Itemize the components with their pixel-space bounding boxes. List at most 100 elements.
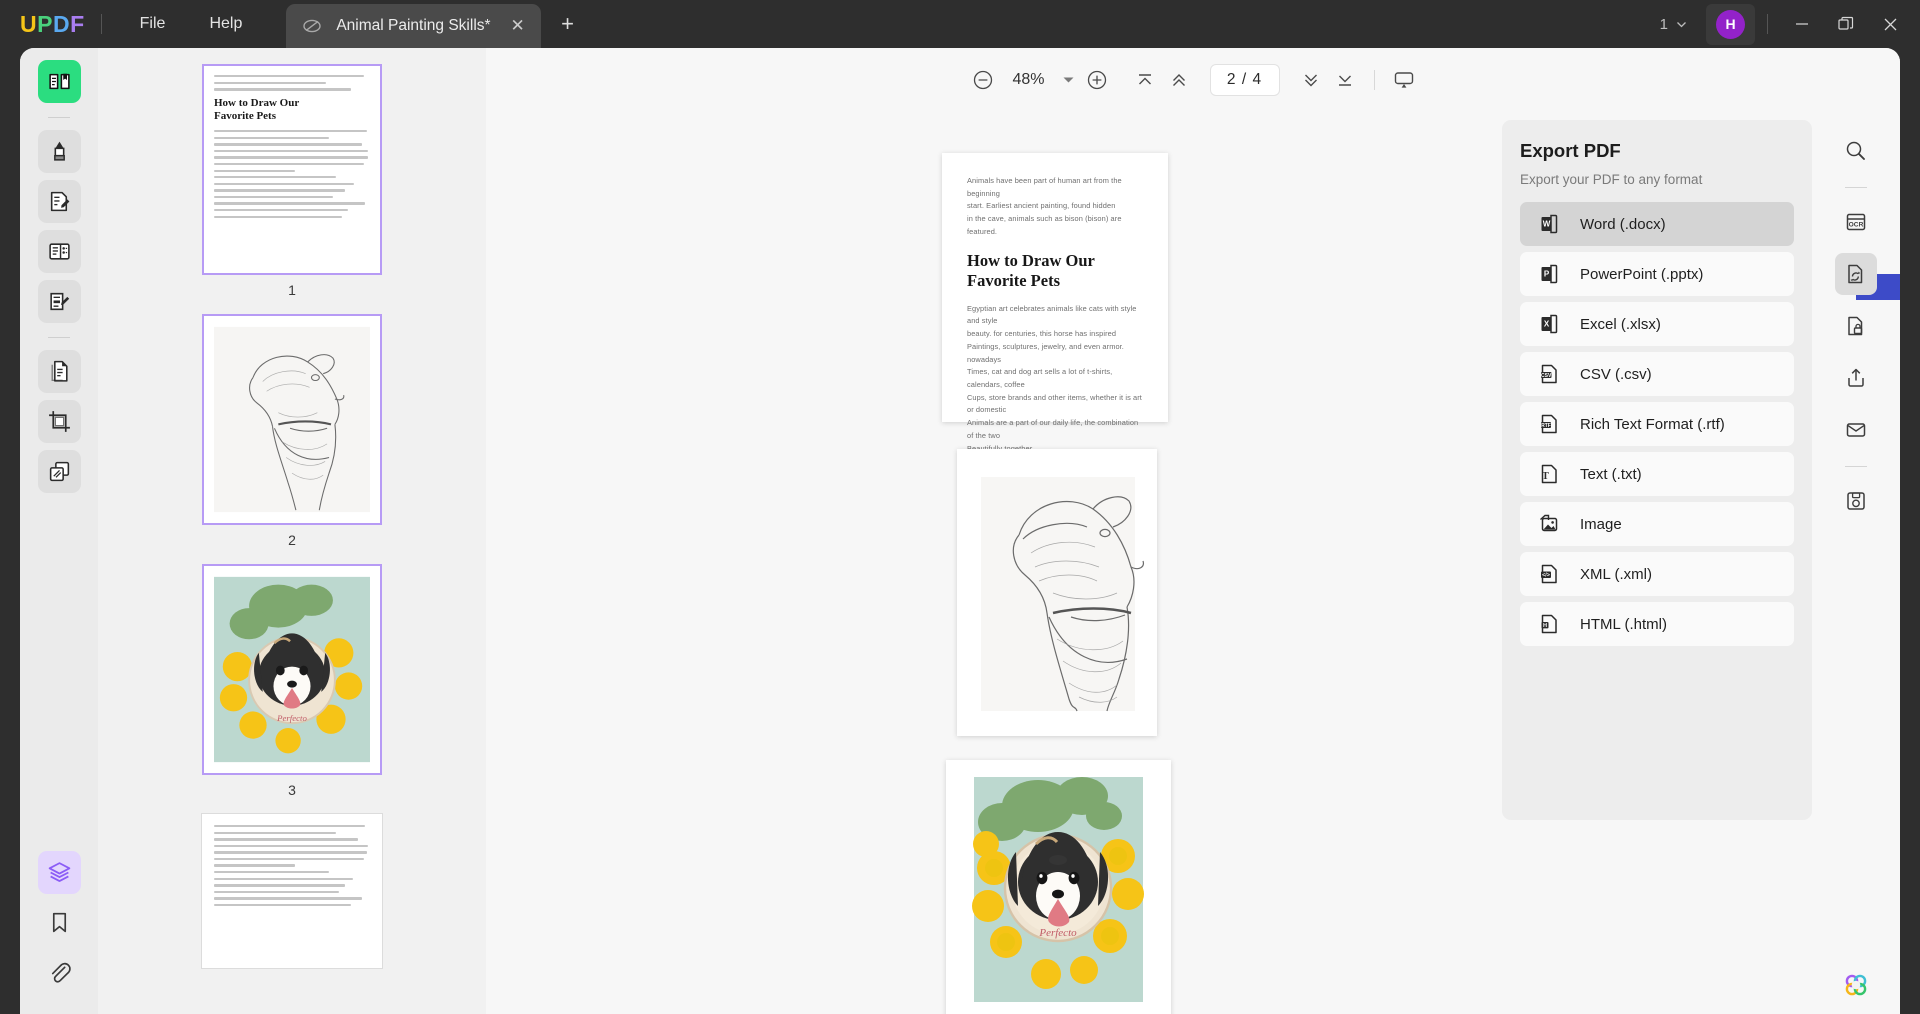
document-page[interactable]: Animals have been part of human art from…: [942, 153, 1168, 422]
thumbnail-number: 2: [288, 532, 296, 548]
svg-text:P: P: [1544, 269, 1550, 278]
first-page-button[interactable]: [1128, 63, 1162, 97]
window-list-button[interactable]: 1: [1652, 10, 1696, 39]
page-number-input[interactable]: 2 / 4: [1210, 64, 1280, 96]
export-option-xml[interactable]: </> XML (.xml): [1520, 552, 1794, 596]
panel-subtitle: Export your PDF to any format: [1520, 172, 1794, 187]
svg-text:Perfecto: Perfecto: [276, 713, 307, 723]
export-option-powerpoint[interactable]: P PowerPoint (.pptx): [1520, 252, 1794, 296]
thumbnail-frame[interactable]: How to Draw OurFavorite Pets: [202, 64, 382, 275]
divider: [48, 337, 70, 338]
save-as-button[interactable]: [1835, 480, 1877, 522]
export-option-label: Text (.txt): [1580, 466, 1642, 483]
previous-page-button[interactable]: [1162, 63, 1196, 97]
export-option-html[interactable]: H HTML (.html): [1520, 602, 1794, 646]
thumbnail-frame[interactable]: Perfecto: [202, 564, 382, 775]
svg-text:H: H: [1543, 623, 1547, 629]
left-toolbar: [20, 48, 98, 1014]
export-option-text[interactable]: T Text (.txt): [1520, 452, 1794, 496]
updf-logo: U P D F: [20, 11, 85, 38]
menu-file[interactable]: File: [118, 8, 188, 40]
export-option-label: PowerPoint (.pptx): [1580, 266, 1703, 283]
export-option-image[interactable]: Image: [1520, 502, 1794, 546]
txt-file-icon: T: [1538, 463, 1560, 485]
export-option-label: Excel (.xlsx): [1580, 316, 1661, 333]
account-button[interactable]: H: [1706, 4, 1755, 45]
svg-text:CSV: CSV: [1541, 373, 1552, 379]
svg-text:Perfecto: Perfecto: [1038, 927, 1077, 939]
rtf-file-icon: RTF: [1538, 413, 1560, 435]
maximize-button[interactable]: [1824, 6, 1868, 42]
dog-flowers-image: Perfecto: [214, 575, 370, 764]
last-page-icon: [1334, 69, 1356, 91]
page-thumbnail-panel[interactable]: How to Draw OurFavorite Pets 1: [98, 48, 486, 1014]
export-option-rtf[interactable]: RTF Rich Text Format (.rtf): [1520, 402, 1794, 446]
thumbnail-number: 1: [288, 282, 296, 298]
sidebar-item-convert[interactable]: [38, 350, 81, 393]
export-option-label: Word (.docx): [1580, 216, 1666, 233]
search-button[interactable]: [1835, 130, 1877, 172]
export-option-csv[interactable]: CSV CSV (.csv): [1520, 352, 1794, 396]
divider: [1767, 14, 1768, 34]
document-page[interactable]: Perfecto: [946, 760, 1171, 1014]
document-page[interactable]: [957, 449, 1157, 736]
document-tab[interactable]: Animal Painting Skills* ✕: [286, 4, 540, 48]
thumbnail-item[interactable]: 2: [98, 314, 486, 548]
zoom-out-icon: [972, 69, 994, 91]
sidebar-item-reader[interactable]: [38, 60, 81, 103]
envelope-icon: [1844, 418, 1868, 442]
menu-help[interactable]: Help: [187, 8, 264, 40]
sidebar-item-form[interactable]: [38, 280, 81, 323]
thumbnail-item[interactable]: Perfecto 3: [98, 564, 486, 798]
thumbnail-preview: [204, 316, 380, 523]
lock-document-icon: [1844, 314, 1868, 338]
avatar: H: [1716, 10, 1745, 39]
share-button[interactable]: [1835, 357, 1877, 399]
zoom-out-button[interactable]: [966, 63, 1000, 97]
ppt-file-icon: P: [1538, 263, 1560, 285]
chevron-down-icon: [1675, 18, 1688, 31]
sidebar-item-layers[interactable]: [38, 851, 81, 894]
share-upload-icon: [1844, 366, 1868, 390]
export-option-excel[interactable]: X Excel (.xlsx): [1520, 302, 1794, 346]
thumbnail-frame[interactable]: [202, 314, 382, 525]
divider: [101, 14, 102, 34]
next-page-button[interactable]: [1294, 63, 1328, 97]
zoom-in-button[interactable]: [1080, 63, 1114, 97]
sidebar-item-bookmark[interactable]: [38, 901, 81, 944]
sidebar-item-compare[interactable]: [38, 450, 81, 493]
thumbnail-preview: How to Draw OurFavorite Pets: [204, 66, 380, 273]
presentation-mode-button[interactable]: [1387, 63, 1421, 97]
first-page-icon: [1134, 69, 1156, 91]
svg-text:</>: </>: [1542, 573, 1550, 579]
ocr-button[interactable]: OCR: [1835, 201, 1877, 243]
thumbnail-item[interactable]: [98, 814, 486, 968]
export-option-word[interactable]: W Word (.docx): [1520, 202, 1794, 246]
close-tab-button[interactable]: ✕: [505, 13, 531, 39]
close-window-button[interactable]: [1868, 6, 1912, 42]
convert-button[interactable]: [1835, 253, 1877, 295]
csv-file-icon: CSV: [1538, 363, 1560, 385]
export-option-label: Rich Text Format (.rtf): [1580, 416, 1725, 433]
right-toolbar: OCR: [1812, 112, 1900, 1014]
sidebar-item-annotate[interactable]: [38, 130, 81, 173]
zoom-level-label[interactable]: 48%: [1000, 71, 1058, 89]
excel-file-icon: X: [1538, 313, 1560, 335]
sidebar-item-organize-pages[interactable]: [38, 230, 81, 273]
thumbnail-item[interactable]: How to Draw OurFavorite Pets 1: [98, 64, 486, 298]
last-page-button[interactable]: [1328, 63, 1362, 97]
ocr-icon: OCR: [1844, 210, 1868, 234]
ai-assistant-button[interactable]: [1835, 964, 1877, 1006]
new-tab-button[interactable]: +: [553, 9, 583, 39]
no-sign-icon: [302, 16, 322, 36]
protect-button[interactable]: [1835, 305, 1877, 347]
sidebar-item-edit-pdf[interactable]: [38, 180, 81, 223]
previous-page-icon: [1168, 69, 1190, 91]
sidebar-item-attachment[interactable]: [38, 951, 81, 994]
page-canvas[interactable]: Animals have been part of human art from…: [486, 112, 1900, 1014]
thumbnail-frame[interactable]: [202, 814, 382, 968]
zoom-dropdown-button[interactable]: [1058, 69, 1080, 91]
email-button[interactable]: [1835, 409, 1877, 451]
minimize-button[interactable]: [1780, 6, 1824, 42]
sidebar-item-crop[interactable]: [38, 400, 81, 443]
